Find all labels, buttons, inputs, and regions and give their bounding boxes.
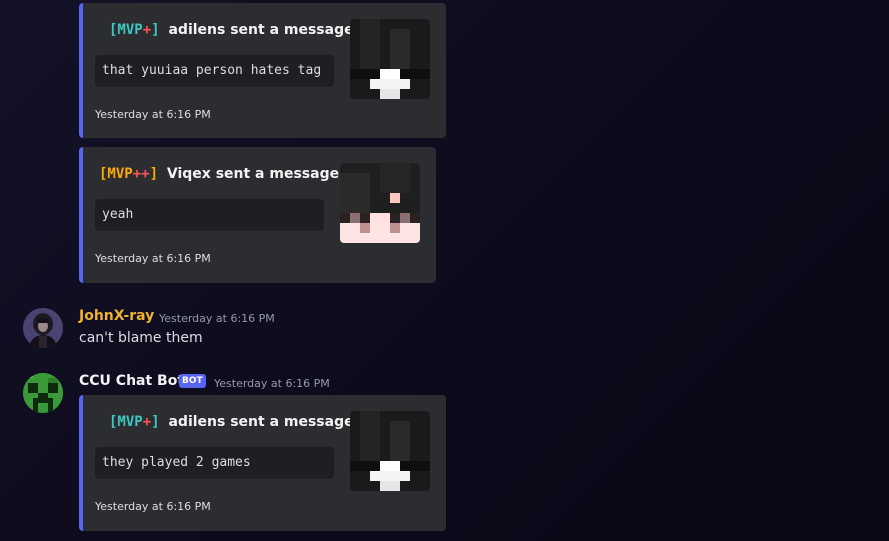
bot-tag: BOT [179,374,206,388]
message-timestamp: Yesterday at 6:16 PM [159,312,275,325]
embed-code-block: that yuuiaa person hates tag [95,55,334,87]
embed-thumbnail[interactable] [340,163,420,243]
message-text: can't blame them [79,330,203,346]
embed-thumbnail[interactable] [350,19,430,99]
player-head-icon [350,19,430,99]
message-embed: [MVP+] adilens sent a message. they play… [79,395,446,531]
username[interactable]: JohnX-ray [79,308,154,324]
embed-author-name: adilens sent a message. [168,414,359,430]
player-head-icon [350,411,430,491]
message-embed: [MVP+] adilens sent a message. that yuui… [79,3,446,138]
rank-prefix: [MVP++] [99,166,159,182]
bot-avatar[interactable] [23,373,63,413]
embed-author-name: adilens sent a message. [168,22,359,38]
rank-prefix: [MVP+] [109,22,160,38]
embed-footer: Yesterday at 6:16 PM [95,108,211,121]
embed-footer: Yesterday at 6:16 PM [95,500,211,513]
embed-author[interactable]: [MVP+] adilens sent a message. [109,412,359,432]
player-head-icon [340,163,420,243]
embed-author-name: Viqex sent a message. [166,166,345,182]
user-avatar-icon [23,308,63,348]
rank-prefix: [MVP+] [109,414,160,430]
embed-author[interactable]: [MVP++] Viqex sent a message. [99,164,344,184]
embed-author[interactable]: [MVP+] adilens sent a message. [109,20,359,40]
chat-area: [MVP+] adilens sent a message. that yuui… [0,0,889,541]
user-avatar[interactable] [23,308,63,348]
embed-code-block: they played 2 games [95,447,334,479]
embed-code-block: yeah [95,199,324,231]
message-timestamp: Yesterday at 6:16 PM [214,377,330,390]
creeper-icon [23,373,63,413]
embed-footer: Yesterday at 6:16 PM [95,252,211,265]
username[interactable]: CCU Chat Bot [79,373,184,389]
message-embed: [MVP++] Viqex sent a message. yeah Yeste… [79,147,436,283]
embed-thumbnail[interactable] [350,411,430,491]
